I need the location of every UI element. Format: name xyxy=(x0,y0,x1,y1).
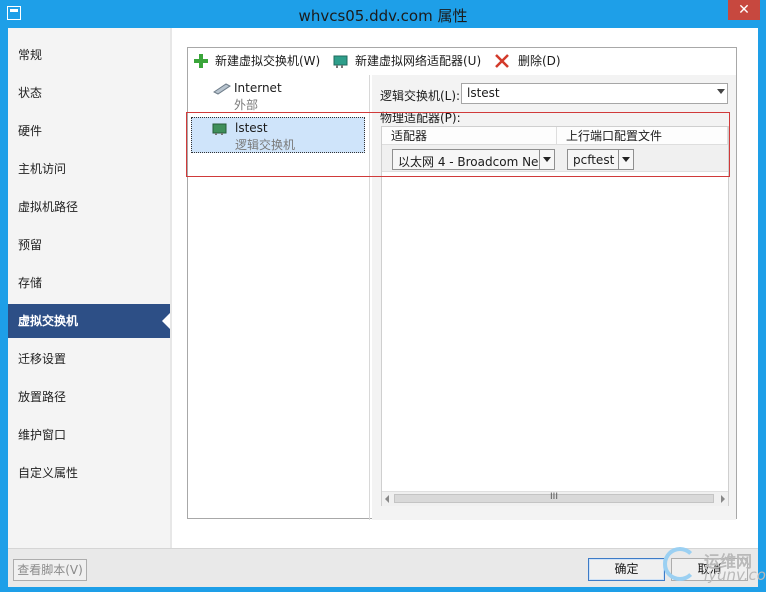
watermark-logo-icon xyxy=(663,547,697,581)
delete-button[interactable]: 删除(D) xyxy=(494,53,564,69)
scrollbar-grip: III xyxy=(550,492,558,502)
nav-item-reserves[interactable]: 预留 xyxy=(8,228,170,262)
window-title: whvcs05.ddv.com 属性 xyxy=(298,7,468,25)
window-frame-right xyxy=(758,28,766,592)
logical-switch-dropdown[interactable]: lstest xyxy=(461,83,728,104)
add-icon xyxy=(194,54,208,68)
watermark: 运维网 iyunv.com xyxy=(660,544,766,590)
switch-name: Internet xyxy=(234,81,282,95)
scroll-left-icon[interactable] xyxy=(385,495,389,503)
scroll-right-icon[interactable] xyxy=(721,495,725,503)
nav-item-virtual-switches[interactable]: 虚拟交换机 xyxy=(8,304,170,338)
window-frame-left xyxy=(0,28,8,592)
logical-switch-value: lstest xyxy=(467,86,500,100)
delete-icon xyxy=(495,54,509,68)
highlight-box xyxy=(186,112,730,177)
network-adapter-icon xyxy=(333,55,348,68)
nav-item-general[interactable]: 常规 xyxy=(8,38,170,72)
physical-adapters-grid: 适配器 上行端口配置文件 以太网 4 - Broadcom Ne pcftest… xyxy=(381,126,729,506)
nav-separator xyxy=(170,28,172,548)
switch-item-internet[interactable]: Internet 外部 xyxy=(191,78,365,114)
new-virtual-switch-label: 新建虚拟交换机(W) xyxy=(215,54,321,68)
new-virtual-network-adapter-label: 新建虚拟网络适配器(U) xyxy=(355,54,482,68)
nav-item-servicing-windows[interactable]: 维护窗口 xyxy=(8,418,170,452)
chevron-down-icon xyxy=(717,89,725,94)
view-script-button[interactable]: 查看脚本(V) xyxy=(13,559,87,581)
nav-item-migration-settings[interactable]: 迁移设置 xyxy=(8,342,170,376)
ok-button[interactable]: 确定 xyxy=(588,558,665,581)
nav-item-placement-paths[interactable]: 放置路径 xyxy=(8,380,170,414)
new-virtual-switch-button[interactable]: 新建虚拟交换机(W) xyxy=(193,53,325,69)
horizontal-scrollbar[interactable]: III xyxy=(382,491,728,506)
external-switch-icon xyxy=(213,83,231,95)
watermark-line2: iyunv.com xyxy=(704,566,766,584)
switch-type: 外部 xyxy=(234,98,259,112)
nav-item-hardware[interactable]: 硬件 xyxy=(8,114,170,148)
nav-item-custom-properties[interactable]: 自定义属性 xyxy=(8,456,170,490)
nav-item-status[interactable]: 状态 xyxy=(8,76,170,110)
logical-switch-label: 逻辑交换机(L): xyxy=(380,89,461,103)
delete-label: 删除(D) xyxy=(518,54,561,68)
close-button[interactable]: ✕ xyxy=(728,0,760,20)
nav-item-storage[interactable]: 存储 xyxy=(8,266,170,300)
new-virtual-network-adapter-button[interactable]: 新建虚拟网络适配器(U) xyxy=(333,53,483,69)
title-bar: whvcs05.ddv.com 属性 ✕ xyxy=(0,0,766,28)
property-nav: 常规 状态 硬件 主机访问 虚拟机路径 预留 存储 虚拟交换机 迁移设置 放置路… xyxy=(8,28,170,548)
scrollbar-thumb[interactable]: III xyxy=(394,492,714,503)
toolbar: 新建虚拟交换机(W) 新建虚拟网络适配器(U) 删除(D) xyxy=(188,48,736,74)
nav-item-vm-paths[interactable]: 虚拟机路径 xyxy=(8,190,170,224)
nav-item-host-access[interactable]: 主机访问 xyxy=(8,152,170,186)
